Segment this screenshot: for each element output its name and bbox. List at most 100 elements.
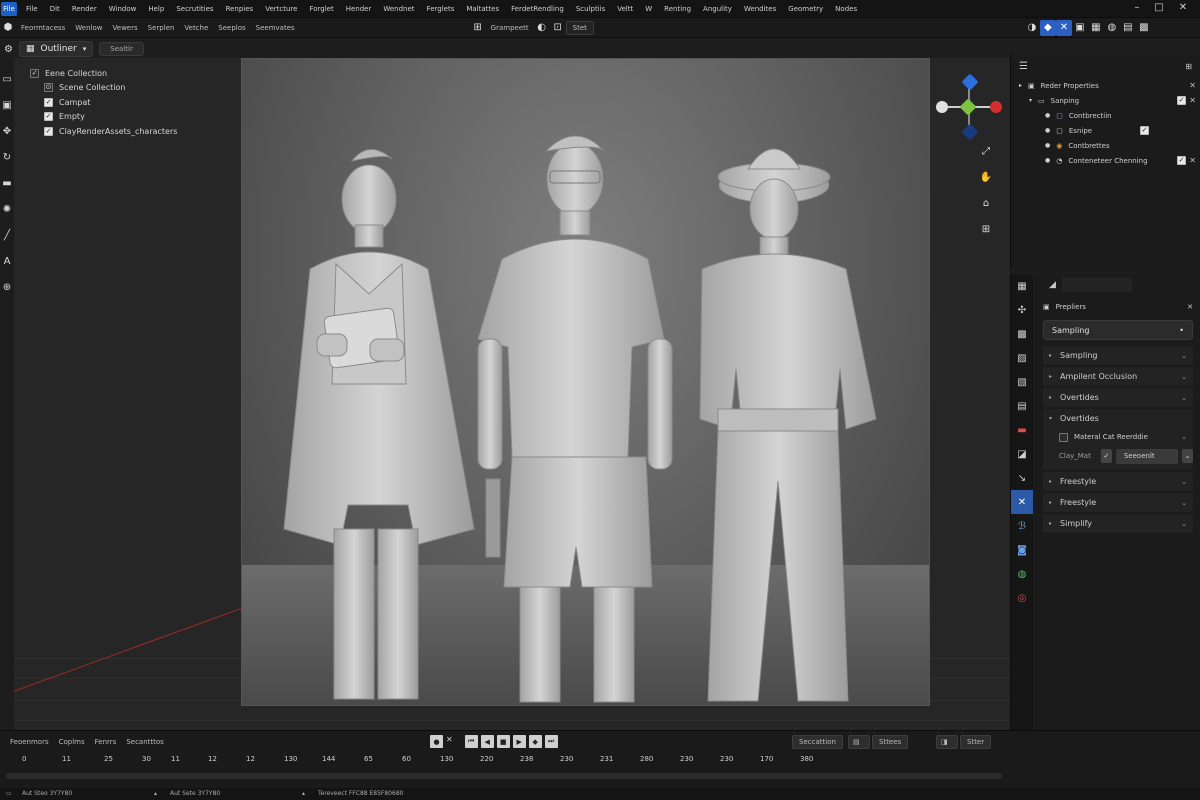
proportional-edit-icon[interactable]: ⊡ bbox=[550, 20, 566, 36]
data-tab-icon[interactable]: ◙ bbox=[1011, 538, 1033, 562]
visibility-icon[interactable]: ◑ bbox=[1024, 20, 1040, 36]
menu-item[interactable]: Sculptiis bbox=[570, 5, 611, 13]
menu-item[interactable]: Veltt bbox=[611, 5, 639, 13]
play-icon[interactable]: ▶ bbox=[512, 735, 526, 748]
material-dropdown-icon[interactable]: ⌄ bbox=[1182, 449, 1193, 463]
menu-item[interactable]: Hender bbox=[340, 5, 378, 13]
render-properties-row[interactable]: ● ◔ Conteneteer Chenning ✓ ✕ bbox=[1011, 153, 1200, 168]
checkbox[interactable]: ✓ bbox=[1140, 126, 1150, 135]
render-properties-row[interactable]: ● ◉ Contbrettes bbox=[1011, 138, 1200, 153]
outliner-row[interactable]: ✓ ClayRenderAssets_characters bbox=[30, 124, 240, 139]
menu-item[interactable]: File bbox=[20, 5, 44, 13]
menu-item[interactable]: Window bbox=[103, 5, 143, 13]
outliner-dropdown[interactable]: ▦ Outliner ▾ bbox=[18, 41, 94, 57]
header-menu-item[interactable]: Vewers bbox=[108, 24, 143, 32]
menu-item[interactable]: Dit bbox=[44, 5, 66, 13]
timeline-menu-item[interactable]: Feoenmors bbox=[10, 738, 49, 746]
menu-item[interactable]: Wendites bbox=[738, 5, 782, 13]
stet-button[interactable]: Stet bbox=[565, 20, 594, 35]
panel-simplify[interactable]: ▸ Simplify ⌄ bbox=[1043, 514, 1193, 533]
panel-overrides[interactable]: ▸ Overtides ⌄ bbox=[1043, 388, 1193, 407]
close-small-icon[interactable]: ✕ bbox=[1187, 303, 1193, 311]
checkbox[interactable]: ✓ bbox=[44, 126, 53, 136]
keyframe-next-icon[interactable]: ◆ bbox=[528, 735, 542, 748]
collection-icon[interactable]: ✓ bbox=[30, 68, 39, 78]
editor-grid-icon[interactable]: ▦ bbox=[1011, 274, 1033, 298]
menu-item[interactable]: Ferglets bbox=[421, 5, 461, 13]
menu-item[interactable]: Angulity bbox=[697, 5, 738, 13]
material-override-row[interactable]: Materal Cat Reerddie ⌄ bbox=[1043, 428, 1193, 446]
x-axis-handle[interactable] bbox=[990, 101, 1002, 113]
panel-overrides-header[interactable]: ▾ Overtides bbox=[1043, 409, 1193, 428]
file-menu-badge[interactable]: File bbox=[1, 1, 17, 16]
constraints-tab-icon[interactable]: ℬ bbox=[1011, 514, 1033, 538]
header-menu-item[interactable]: Feormtacess bbox=[16, 24, 70, 32]
scale-icon[interactable]: ▬ bbox=[0, 170, 14, 196]
texture-tab-icon[interactable]: ◎ bbox=[1011, 586, 1033, 610]
store-button[interactable]: Stter bbox=[960, 735, 992, 749]
render-properties-row[interactable]: ● ▢ Contbrectiin bbox=[1011, 108, 1200, 123]
close-small-icon[interactable]: ✕ bbox=[1189, 96, 1196, 105]
stop-icon[interactable]: ■ bbox=[496, 735, 510, 748]
menu-item[interactable]: Geometry bbox=[782, 5, 829, 13]
jump-start-icon[interactable]: ⏮ bbox=[464, 735, 478, 748]
z-axis-handle[interactable] bbox=[961, 73, 979, 91]
shading-rendered-icon[interactable]: ▤ bbox=[1120, 20, 1136, 36]
header-menu-item[interactable]: Seeplos bbox=[213, 24, 250, 32]
hamburger-menu-icon[interactable]: ☰ bbox=[1019, 61, 1028, 72]
outliner-row[interactable]: ✓ Empty bbox=[30, 110, 240, 125]
timeline-scrollbar[interactable] bbox=[6, 773, 1002, 779]
material-browse-icon[interactable]: ✓ bbox=[1101, 449, 1112, 463]
panel-freestyle[interactable]: ▸ Freestyle ⌄ bbox=[1043, 472, 1193, 491]
scene-tab-icon[interactable]: ▤ bbox=[1011, 394, 1033, 418]
shading-options-icon[interactable]: ▩ bbox=[1136, 20, 1152, 36]
grid-view-icon[interactable]: ⊞ bbox=[976, 216, 996, 242]
menu-item[interactable]: Forglet bbox=[303, 5, 339, 13]
pin-icon[interactable]: ⊞ bbox=[1185, 62, 1192, 71]
gizmo-toggle-icon[interactable]: ✕ bbox=[1055, 19, 1072, 36]
material-field[interactable]: Seeoenlt bbox=[1115, 448, 1179, 464]
render-engine-select[interactable]: Sampling • bbox=[1043, 320, 1193, 340]
expand-arrow-icon[interactable]: ▾ bbox=[1029, 97, 1032, 104]
menu-item[interactable]: W bbox=[639, 5, 658, 13]
modifier-tab-icon[interactable]: ↘ bbox=[1011, 466, 1033, 490]
close-small-icon[interactable]: ✕ bbox=[1189, 156, 1196, 165]
overlay-icon[interactable]: ◆ bbox=[1039, 19, 1056, 36]
panel-ambient-occlusion[interactable]: ▸ Ampilent Occlusion ⌄ bbox=[1043, 367, 1193, 386]
dopesheet-icon[interactable]: ▤ bbox=[848, 735, 870, 749]
shading-solid-icon[interactable]: ▦ bbox=[1088, 20, 1104, 36]
render-tab-icon[interactable]: ▩ bbox=[1011, 322, 1033, 346]
menu-item[interactable]: Help bbox=[142, 5, 170, 13]
render-properties-row[interactable]: ● ▢ Esnipe ✓ bbox=[1011, 123, 1200, 138]
render-properties-row[interactable]: ▾ ▭ Sanping ✓ ✕ bbox=[1011, 93, 1200, 108]
header-menu-item[interactable]: Vetche bbox=[179, 24, 213, 32]
jump-end-icon[interactable]: ⏭ bbox=[544, 735, 558, 748]
select-box-icon[interactable]: ▭ bbox=[0, 66, 14, 92]
checkbox[interactable]: ✓ bbox=[44, 97, 53, 107]
checkbox[interactable]: ✓ bbox=[44, 112, 53, 122]
keyframe-icon[interactable]: ✕ bbox=[446, 735, 453, 748]
menu-item[interactable]: Secrutities bbox=[170, 5, 219, 13]
physics-tab-icon[interactable]: ✕ bbox=[1011, 490, 1033, 514]
menu-item[interactable]: Nodes bbox=[829, 5, 863, 13]
settings-gear-icon[interactable]: ⚙ bbox=[4, 44, 13, 55]
expand-arrow-icon[interactable]: ▸ bbox=[1019, 82, 1022, 89]
timeline-menu-item[interactable]: Fenrrs bbox=[95, 738, 117, 746]
pen-icon[interactable]: ◢ bbox=[1049, 280, 1056, 290]
zoom-icon[interactable]: ⤢ bbox=[976, 138, 996, 164]
material-override-checkbox[interactable] bbox=[1059, 432, 1068, 442]
properties-search-input[interactable] bbox=[1061, 278, 1132, 292]
rotate-icon[interactable]: ↻ bbox=[0, 144, 14, 170]
render-properties-row[interactable]: ▸ ▣ Reder Properties ✕ bbox=[1011, 78, 1200, 93]
transform-pivot-icon[interactable]: ⊞ bbox=[470, 20, 486, 36]
timeline-menu-item[interactable]: Coplms bbox=[59, 738, 85, 746]
view-layer-tab-icon[interactable]: ▧ bbox=[1011, 370, 1033, 394]
maximize-button[interactable]: □ bbox=[1152, 1, 1166, 15]
collection-icon[interactable]: ⊙ bbox=[44, 83, 53, 93]
minimize-button[interactable]: – bbox=[1130, 1, 1144, 15]
output-tab-icon[interactable]: ▨ bbox=[1011, 346, 1033, 370]
y-axis-handle[interactable] bbox=[959, 98, 977, 116]
header-menu-item[interactable]: Serplen bbox=[143, 24, 180, 32]
shading-material-icon[interactable]: ◍ bbox=[1104, 20, 1120, 36]
menu-item[interactable]: Maltattes bbox=[460, 5, 505, 13]
